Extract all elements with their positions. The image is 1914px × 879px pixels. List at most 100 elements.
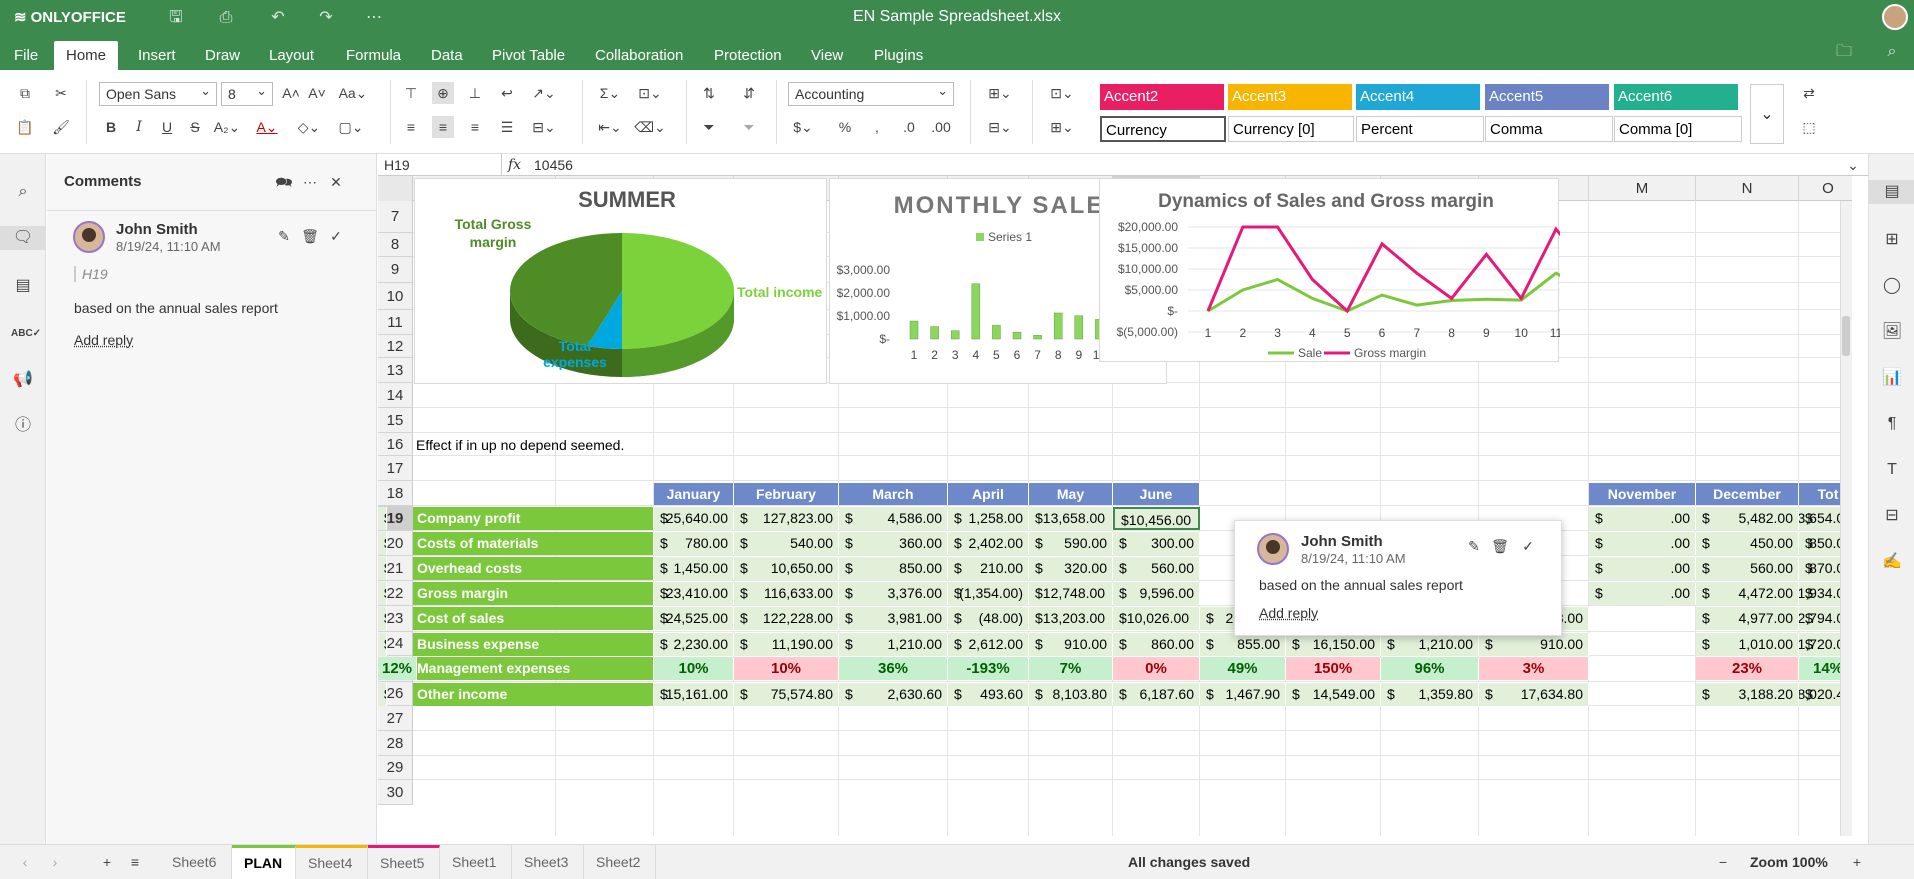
row-header-7[interactable]: 7 (378, 201, 413, 233)
sort-ascending-icon[interactable]: ⇅ (698, 82, 720, 104)
data-cell[interactable]: $ .00 (1589, 532, 1696, 555)
row-header-11[interactable]: 11 (378, 310, 413, 335)
data-cell[interactable]: $4,977.00 (1696, 607, 1799, 630)
tab-pivot-table[interactable]: Pivot Table (480, 41, 577, 70)
wrap-text-icon[interactable]: ↩ (496, 82, 518, 104)
data-cell[interactable]: $300.00 (1113, 532, 1200, 555)
feedback-icon[interactable]: 📢 (11, 368, 35, 392)
orientation-icon[interactable]: ↗⌄ (528, 82, 560, 104)
formula-input[interactable]: 10456 (534, 154, 573, 176)
search-icon[interactable]: ⌕ (11, 180, 35, 204)
data-cell[interactable]: $11,190.00 (734, 633, 839, 656)
data-cell[interactable]: $780.00 (654, 532, 734, 555)
data-cell[interactable]: $320.00 (1029, 557, 1113, 580)
select-all-icon[interactable]: ⬚ (1798, 116, 1820, 138)
number-format-select[interactable]: Accounting (788, 82, 954, 106)
data-cell[interactable]: $590.00 (1029, 532, 1113, 555)
style-accent3[interactable]: Accent3 (1228, 84, 1352, 110)
tab-file[interactable]: File (2, 41, 50, 70)
column-header-o[interactable]: O (1799, 176, 1852, 201)
data-cell[interactable]: $3,376.00 (839, 582, 948, 605)
data-cell[interactable]: $910.00 (1479, 633, 1589, 656)
pie-chart[interactable]: SUMMER Total Gross margin Total income Total… (414, 178, 827, 384)
delete-cells-icon[interactable]: ⊟⌄ (984, 116, 1016, 138)
resolve-icon[interactable]: ✓ (1517, 535, 1539, 557)
align-bottom-icon[interactable]: ⊥ (464, 82, 486, 104)
data-cell[interactable]: $ .00 (1589, 557, 1696, 580)
data-cell[interactable]: $850.00 (839, 557, 948, 580)
data-cell[interactable]: $3,981.00 (839, 607, 948, 630)
decrease-font-icon[interactable]: A˅ (306, 82, 328, 104)
data-cell[interactable]: $1,210.00 (839, 633, 948, 656)
data-cell[interactable]: $ .00 (1589, 582, 1696, 605)
add-sheet-icon[interactable]: + (96, 851, 118, 873)
comments-menu-icon[interactable]: ⋯ (299, 171, 321, 193)
vertical-scroll-thumb[interactable] (1842, 316, 1850, 356)
row-header-18[interactable]: 18 (378, 481, 413, 506)
align-left-icon[interactable]: ≡ (400, 116, 422, 138)
change-case-icon[interactable]: Aa⌄ (336, 82, 370, 104)
row-header-10[interactable]: 10 (378, 283, 413, 310)
row-header-9[interactable]: 9 (378, 257, 413, 283)
shape-settings-icon[interactable]: ◯ (1880, 274, 1904, 298)
increase-decimal-icon[interactable]: .00 (930, 116, 952, 138)
active-cell[interactable]: $10,456.00 (1113, 507, 1200, 530)
data-cell[interactable]: $2,230.00 (654, 633, 734, 656)
borders-icon[interactable]: ▢⌄ (336, 116, 366, 138)
data-cell[interactable]: $ 40,8 (378, 633, 387, 656)
text-art-icon[interactable]: T (1880, 458, 1904, 482)
table-settings-icon[interactable]: ⊞ (1880, 228, 1904, 252)
underline-icon[interactable]: U (156, 116, 178, 138)
style-accent5[interactable]: Accent5 (1485, 84, 1609, 110)
next-sheet-icon[interactable]: › (44, 851, 66, 873)
filter-icon[interactable]: ⏷ (698, 116, 720, 138)
paragraph-settings-icon[interactable]: ¶ (1880, 412, 1904, 436)
tab-plugins[interactable]: Plugins (862, 41, 935, 70)
sheet-tab[interactable]: Sheet5 (368, 845, 440, 879)
sheet-tab[interactable]: Sheet3 (512, 845, 584, 879)
data-cell[interactable]: $13,203.00 (1029, 607, 1113, 630)
tab-collaboration[interactable]: Collaboration (583, 41, 695, 70)
data-cell[interactable]: $ (1,354.00) (948, 582, 1029, 605)
data-cell[interactable]: $9,596.00 (1113, 582, 1200, 605)
data-cell[interactable]: $17,634.80 (1479, 683, 1589, 706)
sort-descending-icon[interactable]: ⇵ (738, 82, 760, 104)
column-header-n[interactable]: N (1696, 176, 1799, 201)
tab-view[interactable]: View (799, 41, 855, 70)
data-cell[interactable]: $ 243,6 (378, 607, 387, 630)
style-accent6[interactable]: Accent6 (1614, 84, 1738, 110)
named-range-icon[interactable]: ⊡⌄ (634, 82, 666, 104)
tab-formula[interactable]: Formula (334, 41, 413, 70)
data-cell[interactable]: $2,630.60 (839, 683, 948, 706)
comments-icon[interactable]: 🗨 (0, 226, 46, 250)
data-cell[interactable]: $1,258.00 (948, 507, 1029, 530)
subscript-icon[interactable]: A₂⌄ (212, 116, 242, 138)
data-cell[interactable]: $1,210.00 (1381, 633, 1479, 656)
percent-cell[interactable]: 150% (1286, 657, 1381, 680)
row-header-14[interactable]: 14 (378, 383, 413, 408)
zoom-out-icon[interactable]: − (1712, 851, 1734, 873)
tab-home[interactable]: Home (54, 41, 118, 70)
format-as-table-icon[interactable]: ⊞⌄ (1046, 116, 1078, 138)
autosum-icon[interactable]: Σ⌄ (594, 82, 626, 104)
edit-icon[interactable]: ✎ (1463, 535, 1485, 557)
style-comma[interactable]: Comma (1485, 116, 1613, 142)
increase-font-icon[interactable]: A˄ (280, 82, 302, 104)
spellcheck-icon[interactable]: ABC✓ (11, 322, 35, 346)
data-cell[interactable]: $16,150.00 (1286, 633, 1381, 656)
copy-icon[interactable]: ⧉ (14, 82, 36, 104)
bold-icon[interactable]: B (100, 116, 122, 138)
sheet-tab[interactable]: Sheet4 (296, 845, 368, 879)
font-name-select[interactable]: Open Sans (99, 82, 217, 106)
select-all-corner[interactable] (378, 176, 413, 201)
chat-icon[interactable]: ▤ (11, 274, 35, 298)
percent-cell[interactable]: 10% (654, 657, 734, 680)
data-cell[interactable]: $560.00 (1113, 557, 1200, 580)
add-comment-icon[interactable]: 🗪 (273, 171, 295, 193)
tab-protection[interactable]: Protection (702, 41, 794, 70)
data-cell[interactable]: $3,188.20 (1696, 683, 1799, 706)
data-cell[interactable]: $360.00 (839, 532, 948, 555)
vertical-scrollbar[interactable] (1840, 201, 1852, 836)
cell-settings-icon[interactable]: ▤ (1869, 180, 1914, 204)
data-cell[interactable]: $540.00 (734, 532, 839, 555)
